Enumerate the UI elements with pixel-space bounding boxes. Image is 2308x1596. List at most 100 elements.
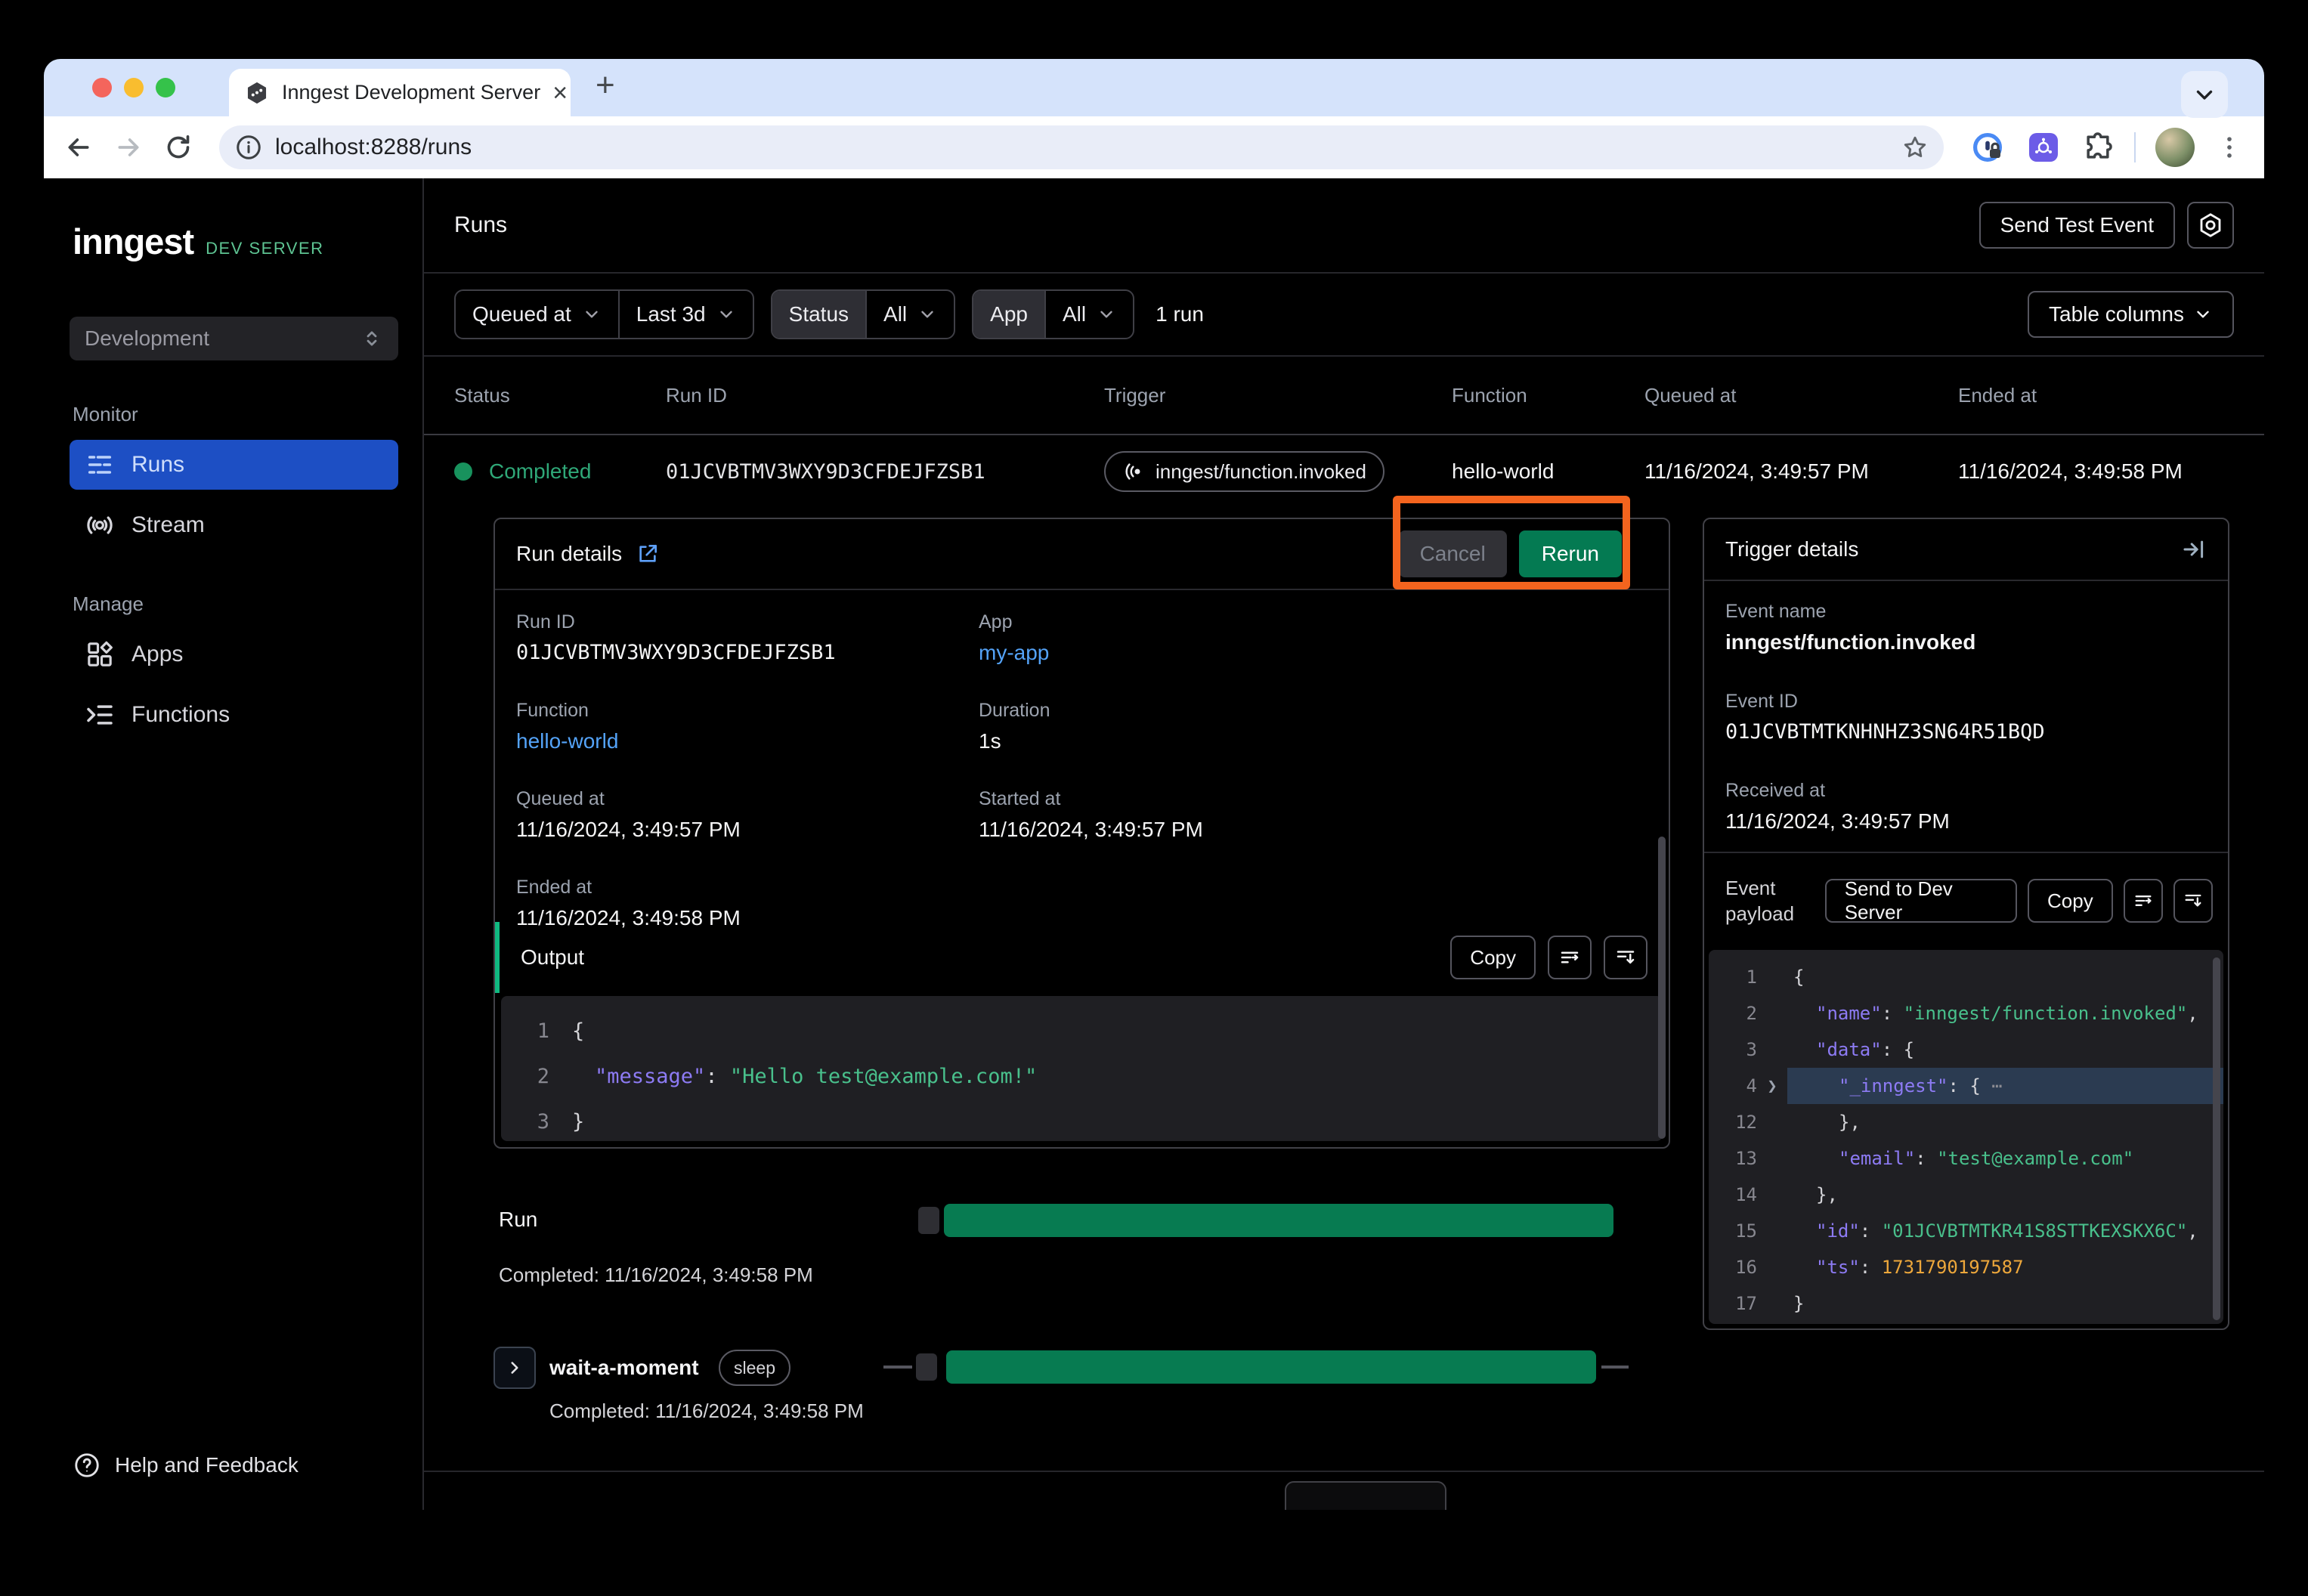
runs-icon bbox=[85, 450, 115, 480]
browser-tab[interactable]: Inngest Development Server × bbox=[229, 69, 571, 116]
table-row[interactable]: Completed 01JCVBTMV3WXY9D3CFDEJFZSB1 inn… bbox=[424, 435, 2264, 508]
app-filter-dropdown[interactable]: All bbox=[1046, 291, 1133, 338]
extensions-puzzle-icon[interactable] bbox=[2081, 131, 2115, 164]
sidebar-section-label: Manage bbox=[70, 592, 398, 616]
chevron-down-icon bbox=[2193, 305, 2213, 324]
window-minimize-button[interactable] bbox=[124, 78, 144, 97]
detail-field-function: Functionhello-world bbox=[516, 700, 979, 753]
tab-close-icon[interactable]: × bbox=[552, 80, 568, 106]
sidebar-item-runs[interactable]: Runs bbox=[70, 440, 398, 490]
code-content: "_inngest": { ⋯ bbox=[1787, 1068, 2223, 1104]
back-button[interactable] bbox=[63, 132, 94, 162]
send-to-dev-server-button[interactable]: Send to Dev Server bbox=[1825, 879, 2017, 923]
trigger-badge[interactable]: inngest/function.invoked bbox=[1104, 451, 1384, 492]
run-details-panel: Run details Cancel Rerun Run ID01JCVBTMV… bbox=[493, 518, 1670, 1149]
field-value: 1s bbox=[979, 729, 1647, 753]
window-close-button[interactable] bbox=[92, 78, 112, 97]
detail-field-app: Appmy-app bbox=[979, 611, 1647, 665]
field-value: 11/16/2024, 3:49:57 PM bbox=[1725, 809, 2207, 834]
collapse-panel-icon[interactable] bbox=[2181, 537, 2207, 562]
code-content: "data": { bbox=[1787, 1032, 2223, 1068]
line-number: 15 bbox=[1709, 1220, 1757, 1242]
code-content: "ts": 1731790197587 bbox=[1787, 1249, 2223, 1285]
panel-scrollbar[interactable] bbox=[1658, 837, 1666, 1139]
field-label: Event name bbox=[1725, 601, 2207, 623]
code-line: 2"message": "Hello test@example.com!" bbox=[501, 1053, 1663, 1099]
field-value[interactable]: my-app bbox=[979, 641, 1647, 665]
trigger-name: inngest/function.invoked bbox=[1156, 460, 1366, 484]
app-filter-value: All bbox=[1063, 302, 1086, 326]
tab-search-button[interactable] bbox=[2181, 71, 2228, 118]
field-label: Run ID bbox=[516, 611, 979, 633]
dev-server-badge: DEV SERVER bbox=[206, 239, 323, 258]
field-label: Started at bbox=[979, 788, 1647, 810]
field-value: 11/16/2024, 3:49:57 PM bbox=[979, 818, 1647, 842]
line-number: 13 bbox=[1709, 1148, 1757, 1169]
reload-button[interactable] bbox=[163, 132, 193, 162]
code-content: } bbox=[566, 1099, 1663, 1141]
timeline-run-label: Run bbox=[499, 1208, 537, 1232]
detail-field-event-name: Event name inngest/function.invoked bbox=[1725, 601, 2207, 654]
external-link-icon[interactable] bbox=[636, 542, 660, 566]
output-copy-button[interactable]: Copy bbox=[1450, 936, 1536, 979]
rerun-button[interactable]: Rerun bbox=[1519, 530, 1622, 577]
trigger-details-title: Trigger details bbox=[1725, 537, 1858, 561]
event-payload-title: Event payload bbox=[1725, 875, 1815, 926]
cancel-button[interactable]: Cancel bbox=[1399, 530, 1507, 577]
word-wrap-icon[interactable] bbox=[2124, 879, 2163, 923]
step-timeline-bar[interactable] bbox=[946, 1350, 1596, 1384]
profile-avatar[interactable] bbox=[2155, 128, 2195, 167]
scroll-to-bottom-icon[interactable] bbox=[1604, 936, 1647, 979]
run-timeline-bar[interactable] bbox=[944, 1204, 1613, 1237]
password-manager-extension-icon[interactable] bbox=[1969, 129, 2006, 165]
load-more-button[interactable] bbox=[1285, 1481, 1446, 1510]
time-field-dropdown[interactable]: Queued at bbox=[456, 291, 618, 338]
bookmark-star-icon[interactable] bbox=[1901, 134, 1929, 161]
field-value[interactable]: hello-world bbox=[516, 729, 979, 753]
inngest-favicon-icon bbox=[244, 80, 270, 106]
send-test-event-button[interactable]: Send Test Event bbox=[1979, 202, 2175, 249]
code-content: } bbox=[1787, 1285, 2223, 1322]
help-label: Help and Feedback bbox=[115, 1453, 299, 1477]
scroll-to-bottom-icon[interactable] bbox=[2173, 879, 2213, 923]
fold-chevron-icon[interactable]: ❯ bbox=[1757, 1077, 1787, 1096]
output-code-block: 1{2"message": "Hello test@example.com!"3… bbox=[501, 996, 1663, 1141]
run-completed-text: Completed: 11/16/2024, 3:49:58 PM bbox=[499, 1264, 813, 1287]
event-payload-code-block: 1{2"name": "inngest/function.invoked",3"… bbox=[1709, 950, 2223, 1324]
sidebar-item-stream[interactable]: Stream bbox=[70, 500, 398, 550]
field-label: Ended at bbox=[516, 877, 979, 899]
url-bar[interactable]: localhost:8288/runs bbox=[219, 125, 1944, 169]
stream-icon bbox=[85, 510, 115, 540]
status-filter-dropdown[interactable]: All bbox=[867, 291, 954, 338]
column-header-trigger: Trigger bbox=[1104, 384, 1452, 407]
sidebar-item-functions[interactable]: Functions bbox=[70, 690, 398, 740]
expand-step-button[interactable] bbox=[493, 1347, 536, 1389]
event-trigger-icon bbox=[1122, 460, 1145, 483]
payload-scrollbar[interactable] bbox=[2213, 957, 2220, 1320]
time-range-dropdown[interactable]: Last 3d bbox=[620, 291, 753, 338]
table-columns-dropdown[interactable]: Table columns bbox=[2028, 291, 2234, 338]
apps-icon bbox=[85, 639, 115, 670]
site-info-icon[interactable] bbox=[234, 133, 263, 162]
settings-gear-button[interactable] bbox=[2187, 202, 2234, 249]
field-value: inngest/function.invoked bbox=[1725, 630, 2207, 654]
step-type-badge: sleep bbox=[719, 1350, 790, 1386]
forward-button[interactable] bbox=[113, 132, 144, 162]
purple-extension-icon[interactable] bbox=[2025, 129, 2062, 165]
detail-field-received-at: Received at11/16/2024, 3:49:57 PM bbox=[1725, 780, 2207, 834]
new-tab-button[interactable]: + bbox=[596, 66, 615, 104]
sidebar-item-label: Runs bbox=[131, 452, 184, 478]
url-text[interactable]: localhost:8288/runs bbox=[275, 135, 1889, 160]
run-details-title: Run details bbox=[516, 542, 622, 566]
help-and-feedback[interactable]: Help and Feedback bbox=[70, 1451, 398, 1480]
sidebar-item-apps[interactable]: Apps bbox=[70, 629, 398, 679]
column-header-ended-at: Ended at bbox=[1958, 384, 2234, 407]
window-zoom-button[interactable] bbox=[156, 78, 175, 97]
line-number: 2 bbox=[1709, 1003, 1757, 1024]
line-number: 12 bbox=[1709, 1112, 1757, 1133]
field-value: 11/16/2024, 3:49:57 PM bbox=[516, 818, 979, 842]
payload-copy-button[interactable]: Copy bbox=[2028, 879, 2113, 923]
word-wrap-icon[interactable] bbox=[1548, 936, 1592, 979]
browser-menu-kebab-icon[interactable] bbox=[2214, 132, 2245, 162]
environment-select[interactable]: Development bbox=[70, 317, 398, 360]
